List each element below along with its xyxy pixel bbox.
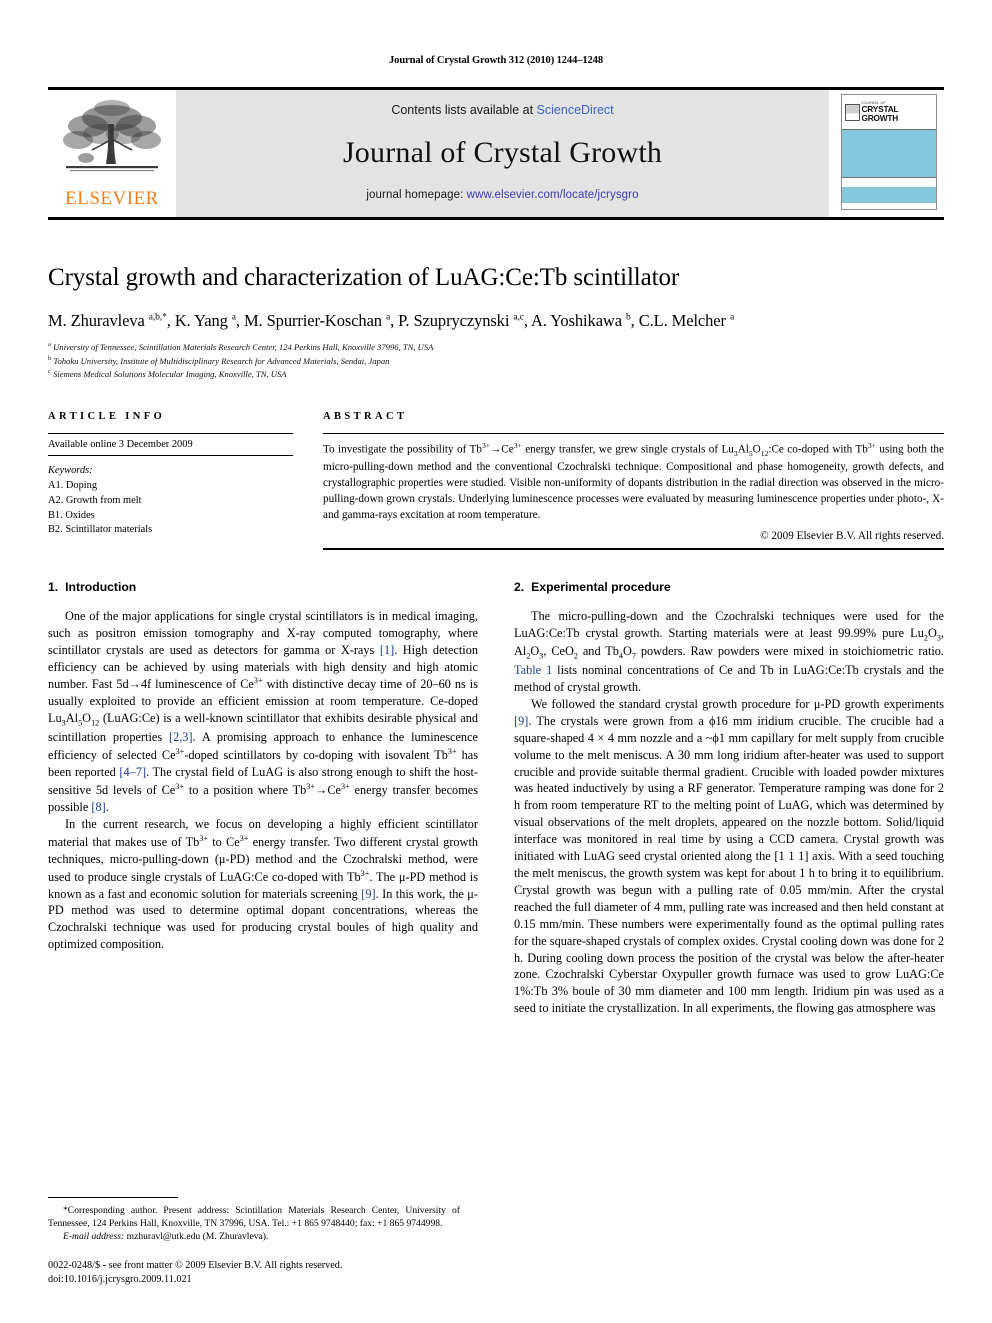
body-column-right: 2. Experimental procedure The micro-pulli… xyxy=(514,580,944,1017)
elsevier-logo-block: ELSEVIER xyxy=(48,90,176,217)
paragraph: We followed the standard crystal growth … xyxy=(514,696,944,1016)
affiliation-marker: c xyxy=(48,368,51,375)
contents-available-line: Contents lists available at ScienceDirec… xyxy=(391,103,613,117)
cover-mini-logo-icon xyxy=(844,103,860,121)
sciencedirect-link[interactable]: ScienceDirect xyxy=(537,103,614,117)
affiliation-list: a University of Tennessee, Scintillation… xyxy=(48,340,944,380)
cover-title-block: JOURNAL OF CRYSTAL GROWTH xyxy=(861,101,899,123)
journal-cover-thumbnail-block: JOURNAL OF CRYSTAL GROWTH xyxy=(829,90,944,217)
affiliation-item: c Siemens Medical Solutions Molecular Im… xyxy=(48,367,944,380)
author-list: M. Zhuravleva a,b,*, K. Yang a, M. Spurr… xyxy=(48,310,735,330)
imprint-block: 0022-0248/$ - see front matter © 2009 El… xyxy=(48,1259,460,1287)
corresponding-author-note: *Corresponding author. Present address: … xyxy=(48,1205,460,1230)
cover-header: JOURNAL OF CRYSTAL GROWTH xyxy=(842,95,936,129)
cover-title-line2: GROWTH xyxy=(861,112,899,123)
article-info-heading: ARTICLE INFO xyxy=(48,411,166,423)
affiliation-text: University of Tennessee, Scintillation M… xyxy=(53,342,434,353)
cover-divider xyxy=(841,178,936,187)
article-info-column: ARTICLE INFO Available online 3 December… xyxy=(48,411,293,549)
keywords-label: Keywords: xyxy=(48,465,93,477)
section-title: Introduction xyxy=(65,579,137,594)
email-note: E-mail address: mzhuravl@utk.edu (M. Zhu… xyxy=(48,1231,460,1244)
section-heading-experimental: 2. Experimental procedure xyxy=(514,580,944,594)
journal-homepage-line: journal homepage: www.elsevier.com/locat… xyxy=(366,189,638,201)
paragraph: One of the major applications for single… xyxy=(48,608,479,814)
imprint-line-doi[interactable]: doi:10.1016/j.jcrysgro.2009.11.021 xyxy=(48,1273,460,1287)
section-number: 2. xyxy=(514,579,525,594)
running-head: Journal of Crystal Growth 312 (2010) 124… xyxy=(389,55,603,66)
body-two-column-region: 1. Introduction One of the major applicat… xyxy=(48,580,944,1017)
keyword-item: B2. Scintillator materials xyxy=(48,524,153,536)
affiliation-text: Siemens Medical Solutions Molecular Imag… xyxy=(53,368,287,379)
journal-homepage-link[interactable]: www.elsevier.com/locate/jcrysgro xyxy=(467,189,639,201)
cover-image-band-primary xyxy=(841,129,936,178)
email-label: E-mail address: xyxy=(63,1231,125,1242)
masthead-center-band: Contents lists available at ScienceDirec… xyxy=(176,90,829,217)
paragraph: The micro-pulling-down and the Czochrals… xyxy=(514,608,944,695)
section-title: Experimental procedure xyxy=(531,579,671,594)
keyword-item: A1. Doping xyxy=(48,480,98,492)
homepage-prefix-text: journal homepage: xyxy=(366,189,467,201)
cover-image-band-secondary xyxy=(841,187,936,203)
journal-masthead: ELSEVIER Contents lists available at Sci… xyxy=(48,87,944,220)
section-number: 1. xyxy=(48,579,59,594)
journal-cover-thumbnail: JOURNAL OF CRYSTAL GROWTH xyxy=(840,94,937,210)
paragraph: In the current research, we focus on dev… xyxy=(48,816,479,952)
keyword-item: B1. Oxides xyxy=(48,509,95,521)
abstract-column: ABSTRACT To investigate the possibility … xyxy=(323,411,944,550)
affiliation-marker: a xyxy=(48,341,51,349)
abstract-copyright: © 2009 Elsevier B.V. All rights reserved… xyxy=(760,529,944,542)
section-heading-introduction: 1. Introduction xyxy=(48,580,478,594)
elsevier-wordmark: ELSEVIER xyxy=(65,188,159,209)
article-history: Available online 3 December 2009 xyxy=(48,439,193,451)
contents-prefix-text: Contents lists available at xyxy=(391,103,537,117)
abstract-rule-bottom xyxy=(323,547,944,550)
elsevier-tree-icon xyxy=(63,100,161,172)
keywords-block: Keywords: A1. Doping A2. Growth from mel… xyxy=(48,456,293,538)
journal-title: Journal of Crystal Growth xyxy=(342,136,663,169)
imprint-line-issn: 0022-0248/$ - see front matter © 2009 El… xyxy=(48,1259,343,1271)
affiliation-marker: b xyxy=(48,354,52,362)
keyword-item: A2. Growth from melt xyxy=(48,494,142,506)
footnote-rule xyxy=(48,1197,178,1199)
body-column-left: 1. Introduction One of the major applicat… xyxy=(48,580,478,1017)
abstract-text: To investigate the possibility of Tb3+→C… xyxy=(323,441,944,521)
info-abstract-region: ARTICLE INFO Available online 3 December… xyxy=(48,411,944,550)
footnote-region: *Corresponding author. Present address: … xyxy=(48,1197,460,1287)
affiliation-text: Tohoku University, Institute of Multidis… xyxy=(53,355,390,366)
affiliation-item: b Tohoku University, Institute of Multid… xyxy=(48,354,944,367)
affiliation-item: a University of Tennessee, Scintillation… xyxy=(48,340,944,353)
article-title: Crystal growth and characterization of L… xyxy=(48,264,680,291)
email-address[interactable]: mzhuravl@utk.edu (M. Zhuravleva). xyxy=(127,1231,269,1242)
article-page: Journal of Crystal Growth 312 (2010) 124… xyxy=(0,0,992,1323)
abstract-heading: ABSTRACT xyxy=(323,411,408,423)
